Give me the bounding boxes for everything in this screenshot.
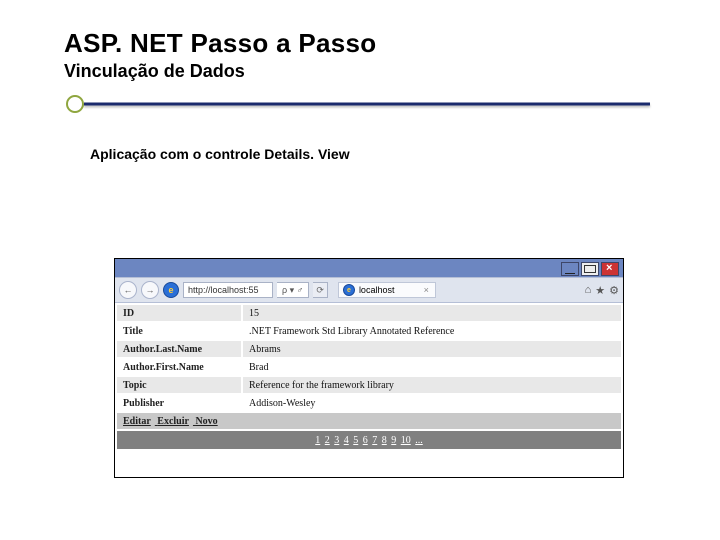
field-value: Brad	[243, 359, 621, 375]
field-value: Addison-Wesley	[243, 395, 621, 411]
table-row: Author.Last.NameAbrams	[117, 341, 621, 357]
back-button[interactable]: ←	[119, 281, 137, 299]
detailsview-table: ID15 Title.NET Framework Std Library Ann…	[115, 303, 623, 451]
address-bar[interactable]: http://localhost:55	[183, 282, 273, 298]
pager-more[interactable]: ...	[415, 435, 423, 446]
browser-window: ← → e http://localhost:55 ρ ▾ ♂ ⟳ e loca…	[114, 258, 624, 478]
table-row: ID15	[117, 305, 621, 321]
field-label: Topic	[117, 377, 241, 393]
slide-subtitle: Vinculação de Dados	[64, 61, 720, 82]
pager-page[interactable]: 3	[334, 435, 339, 446]
field-label: Publisher	[117, 395, 241, 411]
pager-page[interactable]: 1	[315, 435, 320, 446]
field-label: Author.Last.Name	[117, 341, 241, 357]
field-value: Abrams	[243, 341, 621, 357]
home-icon[interactable]: ⌂	[585, 284, 592, 296]
refresh-icon[interactable]: ⟳	[316, 285, 324, 296]
heading-block: ASP. NET Passo a Passo Vinculação de Dad…	[0, 0, 720, 82]
pager-row: 1 2 3 4 5 6 7 8 9 10 ...	[117, 431, 621, 449]
pager: 1 2 3 4 5 6 7 8 9 10 ...	[117, 431, 621, 449]
divider-line	[84, 103, 650, 106]
table-row: Author.First.NameBrad	[117, 359, 621, 375]
table-row: PublisherAddison-Wesley	[117, 395, 621, 411]
pager-page[interactable]: 8	[382, 435, 387, 446]
table-row: TopicReference for the framework library	[117, 377, 621, 393]
window-minimize-button[interactable]	[561, 262, 579, 276]
field-value: .NET Framework Std Library Annotated Ref…	[243, 323, 621, 339]
window-titlebar	[115, 259, 623, 277]
pager-page[interactable]: 5	[353, 435, 358, 446]
slide: ASP. NET Passo a Passo Vinculação de Dad…	[0, 0, 720, 540]
tab-close-button[interactable]: ×	[424, 285, 429, 295]
divider	[0, 96, 720, 112]
field-label: ID	[117, 305, 241, 321]
pager-page[interactable]: 10	[401, 435, 411, 446]
field-label: Author.First.Name	[117, 359, 241, 375]
window-close-button[interactable]	[601, 262, 619, 276]
settings-icon[interactable]: ⚙	[609, 284, 619, 297]
pager-page[interactable]: 6	[363, 435, 368, 446]
browser-tab[interactable]: e localhost ×	[338, 282, 436, 298]
address-bar-search[interactable]: ρ ▾ ♂	[277, 282, 309, 298]
table-row: Title.NET Framework Std Library Annotate…	[117, 323, 621, 339]
pager-page[interactable]: 2	[325, 435, 330, 446]
back-arrow-icon: ←	[124, 285, 133, 295]
field-label: Title	[117, 323, 241, 339]
new-link[interactable]: Novo	[195, 416, 217, 427]
delete-link[interactable]: Excluir	[157, 416, 189, 427]
pager-page[interactable]: 7	[372, 435, 377, 446]
browser-viewport: ID15 Title.NET Framework Std Library Ann…	[115, 303, 623, 477]
edit-link[interactable]: Editar	[123, 416, 151, 427]
bullet-icon	[66, 95, 84, 113]
detailsview-command-row: Editar Excluir Novo	[117, 413, 621, 429]
forward-button[interactable]: →	[141, 281, 159, 299]
field-value: 15	[243, 305, 621, 321]
tab-label: localhost	[359, 285, 395, 295]
pager-page[interactable]: 4	[344, 435, 349, 446]
body-label: Aplicação com o controle Details. View	[90, 146, 720, 162]
window-maximize-button[interactable]	[581, 262, 599, 276]
browser-navbar: ← → e http://localhost:55 ρ ▾ ♂ ⟳ e loca…	[115, 277, 623, 303]
address-bar-controls: ⟳	[313, 282, 328, 298]
favorites-icon[interactable]: ★	[595, 284, 605, 297]
tab-favicon-icon: e	[343, 284, 355, 296]
forward-arrow-icon: →	[146, 285, 155, 295]
ie-logo-icon: e	[163, 282, 179, 298]
slide-title: ASP. NET Passo a Passo	[64, 28, 720, 59]
field-value: Reference for the framework library	[243, 377, 621, 393]
pager-page[interactable]: 9	[391, 435, 396, 446]
